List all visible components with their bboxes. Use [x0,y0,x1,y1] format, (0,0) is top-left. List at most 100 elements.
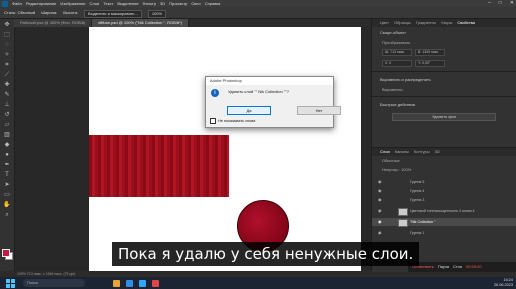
shape-tool-icon[interactable]: ▭ [3,191,11,199]
tab-properties[interactable]: Свойства [457,19,475,27]
smart-object-title: Смарт-объект [380,30,406,35]
transform-label: Преобразовать [382,40,411,45]
tab-paths[interactable]: Контуры [414,148,430,156]
eye-icon[interactable]: ◉ [378,196,382,204]
options-width[interactable]: Ширина: [41,7,57,18]
eye-icon[interactable]: ◉ [378,218,382,226]
menu-select[interactable]: Выделение [117,0,138,7]
menu-file[interactable]: Файл [12,0,22,7]
close-icon[interactable]: ✕ [510,0,514,7]
angle-input[interactable]: Y: 0,00° [415,60,445,67]
menu-layers[interactable]: Слои [90,0,100,7]
info-icon: i [211,89,219,97]
taskbar: Поиск 16:24 26.06.2023 [0,277,516,289]
layer-thumbnail [398,219,408,227]
eye-icon[interactable]: ◉ [378,207,382,215]
video-subtitle: Пока я удалю у себя ненужные слои. [112,242,420,266]
file-explorer-icon[interactable] [113,279,120,287]
tab-patterns[interactable]: Узоры [441,19,452,27]
crop-tool-icon[interactable]: ⌗ [3,61,11,69]
magic-wand-tool-icon[interactable]: ✧ [3,51,11,59]
layer-row[interactable]: ◉ Группа 4 [372,187,516,195]
layer-row[interactable]: ◉ Группа 1 [372,229,516,237]
system-tray: 16:24 26.06.2023 [494,278,513,288]
tab-channels[interactable]: Каналы [395,148,409,156]
tab-3d[interactable]: 3D [435,148,440,156]
menu-image[interactable]: Изображение [60,0,85,7]
divider [372,71,516,72]
blend-mode-select[interactable]: Обычные [372,156,516,165]
tab-swatches[interactable]: Образцы [394,19,411,27]
options-style[interactable]: Стиль: Обычный [4,7,35,18]
layer-row[interactable]: ◉ Группа 5 [372,178,516,186]
height-input[interactable]: В: 1349 пикс. [415,49,445,56]
menu-type[interactable]: Текст [103,0,113,7]
browser-icon[interactable] [126,279,133,287]
tab-color[interactable]: Цвет [380,19,389,27]
pen-tool-icon[interactable]: ✒ [3,161,11,169]
menu-view[interactable]: Просмотр [169,0,187,7]
recorder-icon[interactable] [152,279,159,287]
gradient-tool-icon[interactable]: ▥ [3,131,11,139]
yes-button[interactable]: Да [227,106,271,115]
document-canvas[interactable] [89,27,361,271]
minimize-icon[interactable]: – [488,0,491,7]
options-height[interactable]: Высота: [63,7,78,18]
windows-start-icon[interactable] [6,278,15,288]
layer-row-selected[interactable]: ◉ "Nik Collection " [372,218,516,227]
menu-window[interactable]: Окно [191,0,200,7]
lasso-tool-icon[interactable]: ◌ [3,41,11,49]
select-and-mask-button[interactable]: Выделить и маскировать... [84,10,142,18]
history-brush-tool-icon[interactable]: ↺ [3,111,11,119]
path-selection-tool-icon[interactable]: ➤ [3,181,11,189]
marquee-tool-icon[interactable]: ⬚ [3,31,11,39]
maximize-icon[interactable]: □ [499,0,502,7]
pause-button[interactable]: Пауза [438,262,449,272]
menu-edit[interactable]: Редактирование [26,0,56,7]
zoom-field[interactable]: 100% [147,10,167,18]
canvas-area[interactable] [15,27,372,271]
layer-row[interactable]: ◉ Цветовой тон/насыщенность 4 копия 4 [372,207,516,216]
eye-icon[interactable]: ◉ [378,178,382,186]
x-input[interactable]: X: 0 [382,60,412,67]
type-tool-icon[interactable]: T [3,171,11,179]
tab-layers[interactable]: Слои [380,148,390,156]
dialog-message: Удалить слой "" Nik Collection ""? [228,89,289,94]
eye-icon[interactable]: ◉ [378,229,382,237]
move-tool-icon[interactable]: ✥ [3,21,11,29]
no-button[interactable]: Нет [297,106,341,115]
stamp-tool-icon[interactable]: ⊥ [3,101,11,109]
brush-tool-icon[interactable]: ✎ [3,91,11,99]
tab-document-2[interactable]: diffuse.psd @ 100% ("Nik Collection ", R… [92,19,190,27]
remove-background-button[interactable]: Удалить фон [392,113,496,121]
taskbar-search-input[interactable]: Поиск [23,279,85,287]
blur-tool-icon[interactable]: ◆ [3,141,11,149]
width-input[interactable]: Ш: 713 пикс. [382,49,412,56]
healing-brush-tool-icon[interactable]: ✚ [3,81,11,89]
dont-show-again-checkbox[interactable]: Не показывать снова [210,118,255,124]
eraser-tool-icon[interactable]: ▱ [3,121,11,129]
window-controls: – □ ✕ [488,0,514,7]
recording-bar: Остановить Пауза Стоп 00:09:20 [408,262,516,272]
photoshop-taskbar-icon[interactable] [139,279,146,287]
properties-tabs: Цвет Образцы Градиенты Узоры Свойства [372,19,516,27]
menu-filter[interactable]: Фильтр [143,0,156,7]
layer-row[interactable]: ◉ Группа 3 [372,196,516,204]
foreground-color-swatch[interactable] [2,249,10,257]
hand-tool-icon[interactable]: ✋ [3,201,11,209]
menu-3d[interactable]: 3D [160,0,165,7]
layer-thumbnail [398,208,408,216]
tab-document-1[interactable]: Рабочий.psd @ 400% (Фон, RGB/8) [14,19,93,27]
checkbox-icon[interactable] [210,118,216,124]
zoom-tool-icon[interactable]: ⌕ [3,211,11,219]
stop-button[interactable]: Стоп [453,262,462,272]
menu-help[interactable]: Справка [205,0,221,7]
dialog-title: Adobe Photoshop [206,77,333,85]
right-panels: Цвет Образцы Градиенты Узоры Свойства См… [371,19,516,272]
quick-actions-title: Быстрые действия [380,102,415,107]
dodge-tool-icon[interactable]: ● [3,151,11,159]
eyedropper-tool-icon[interactable]: ⟋ [3,71,11,79]
opacity-field[interactable]: Непрозр.: 100% [372,165,516,174]
eye-icon[interactable]: ◉ [378,187,382,195]
tab-gradients[interactable]: Градиенты [416,19,436,27]
